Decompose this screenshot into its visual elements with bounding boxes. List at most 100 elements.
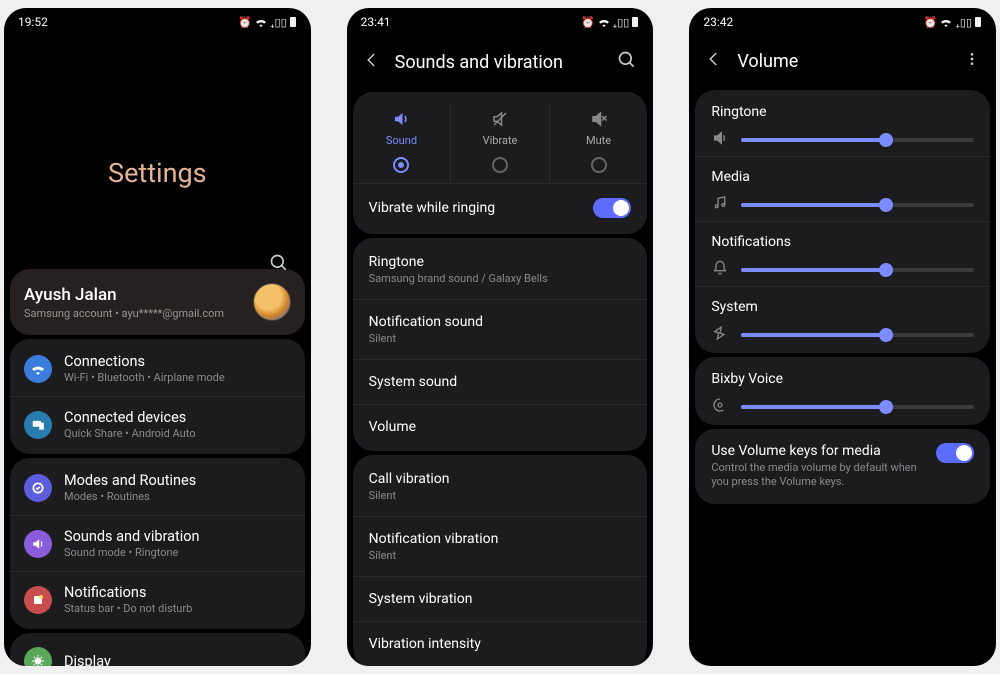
bell-icon (711, 260, 729, 280)
item-sub: Wi-Fi • Bluetooth • Airplane mode (64, 371, 225, 384)
mute-icon (590, 110, 608, 128)
volume-sliders-card: Ringtone Media Notificat (695, 90, 990, 353)
item-label: Connected devices (64, 409, 195, 426)
status-time: 19:52 (18, 15, 48, 29)
mode-mute[interactable]: Mute (549, 104, 648, 183)
row-sub: Control the media volume by default when… (711, 461, 926, 490)
slider-ringtone[interactable] (741, 138, 974, 142)
row-notification-sound[interactable]: Notification sound Silent (353, 299, 648, 359)
speaker-icon (24, 530, 52, 558)
slider-bixby[interactable] (741, 405, 974, 409)
mode-label: Vibrate (483, 134, 518, 147)
page-title: Volume (737, 51, 950, 72)
row-label: Notification vibration (369, 531, 499, 547)
status-bar: 23:41 ⏰ ₊▯▯ (347, 8, 654, 32)
row-label: System sound (369, 374, 457, 390)
row-sub: Silent (369, 489, 450, 502)
status-time: 23:42 (703, 15, 733, 29)
avatar (253, 283, 291, 321)
display-icon (24, 647, 52, 666)
status-time: 23:41 (361, 15, 391, 29)
item-sounds-vibration[interactable]: Sounds and vibration Sound mode • Ringto… (10, 515, 305, 571)
item-sub: Quick Share • Android Auto (64, 427, 195, 440)
vol-label: Bixby Voice (711, 371, 974, 387)
item-modes-routines[interactable]: Modes and Routines Modes • Routines (10, 460, 305, 515)
item-label: Sounds and vibration (64, 528, 200, 545)
toggle-on[interactable] (593, 198, 631, 218)
vol-media: Media (695, 156, 990, 221)
header: Sounds and vibration (347, 32, 654, 88)
item-sub: Modes • Routines (64, 490, 196, 503)
back-button[interactable] (363, 51, 381, 73)
item-label: Modes and Routines (64, 472, 196, 489)
system-icon (711, 325, 729, 345)
row-volume-keys-media[interactable]: Use Volume keys for media Control the me… (695, 431, 990, 502)
vol-bixby: Bixby Voice (695, 359, 990, 423)
phone-settings: 19:52 ⏰ ₊▯▯ Settings Ayush Jalan Samsung… (4, 8, 311, 666)
mode-vibrate[interactable]: Vibrate (450, 104, 549, 183)
speaker-icon (711, 130, 729, 150)
radio-icon (393, 157, 409, 173)
toggle-on[interactable] (936, 443, 974, 463)
search-button[interactable] (617, 50, 637, 74)
sound-mode-card: Sound Vibrate Mute Vibrate while ringing (353, 92, 648, 234)
item-label: Notifications (64, 584, 192, 601)
settings-group-2: Modes and Routines Modes • Routines Soun… (10, 458, 305, 629)
row-label: System vibration (369, 591, 473, 607)
vol-notifications: Notifications (695, 221, 990, 286)
item-sub: Status bar • Do not disturb (64, 602, 192, 615)
profile-sub: Samsung account • ayu*****@gmail.com (24, 307, 224, 320)
row-label: Call vibration (369, 471, 450, 487)
row-label: Use Volume keys for media (711, 443, 926, 459)
wifi-icon (24, 355, 52, 383)
slider-notifications[interactable] (741, 268, 974, 272)
vol-label: Notifications (711, 234, 974, 250)
item-connected-devices[interactable]: Connected devices Quick Share • Android … (10, 396, 305, 452)
sound-icon (392, 110, 410, 128)
row-sub: Silent (369, 332, 483, 345)
slider-media[interactable] (741, 203, 974, 207)
sound-settings-card: Ringtone Samsung brand sound / Galaxy Be… (353, 238, 648, 451)
devices-icon (24, 411, 52, 439)
row-vibration-intensity[interactable]: Vibration intensity (353, 621, 648, 666)
item-sub: Sound mode • Ringtone (64, 546, 200, 559)
item-connections[interactable]: Connections Wi-Fi • Bluetooth • Airplane… (10, 341, 305, 396)
mode-sound[interactable]: Sound (353, 104, 451, 183)
radio-icon (591, 157, 607, 173)
item-notifications[interactable]: Notifications Status bar • Do not distur… (10, 571, 305, 627)
sound-mode-row: Sound Vibrate Mute (353, 94, 648, 183)
vol-ringtone: Ringtone (695, 92, 990, 156)
vol-label: System (711, 299, 974, 315)
back-button[interactable] (705, 50, 723, 72)
mode-label: Sound (386, 134, 417, 147)
more-button[interactable] (964, 51, 980, 71)
row-volume[interactable]: Volume (353, 404, 648, 449)
volume-keys-card: Use Volume keys for media Control the me… (695, 429, 990, 504)
notifications-icon (24, 586, 52, 614)
vol-system: System (695, 286, 990, 351)
row-notification-vibration[interactable]: Notification vibration Silent (353, 516, 648, 576)
slider-system[interactable] (741, 333, 974, 337)
phone-sounds: 23:41 ⏰ ₊▯▯ Sounds and vibration Sound (347, 8, 654, 666)
row-ringtone[interactable]: Ringtone Samsung brand sound / Galaxy Be… (353, 240, 648, 299)
radio-icon (492, 157, 508, 173)
row-sub: Samsung brand sound / Galaxy Bells (369, 272, 548, 285)
row-call-vibration[interactable]: Call vibration Silent (353, 457, 648, 516)
row-label: Notification sound (369, 314, 483, 330)
profile-card[interactable]: Ayush Jalan Samsung account • ayu*****@g… (10, 269, 305, 335)
profile-name: Ayush Jalan (24, 285, 224, 305)
row-vibrate-while-ringing[interactable]: Vibrate while ringing (353, 183, 648, 232)
vibrate-icon (491, 110, 509, 128)
row-label: Vibration intensity (369, 636, 481, 652)
page-title: Settings (4, 157, 311, 189)
routines-icon (24, 474, 52, 502)
row-label: Ringtone (369, 254, 548, 270)
search-button[interactable] (269, 253, 289, 277)
status-icons: ⏰ ₊▯▯ (581, 16, 639, 29)
row-sub: Silent (369, 549, 499, 562)
row-system-sound[interactable]: System sound (353, 359, 648, 404)
row-system-vibration[interactable]: System vibration (353, 576, 648, 621)
item-display[interactable]: Display (10, 635, 305, 666)
vol-label: Ringtone (711, 104, 974, 120)
row-label: Volume (369, 419, 416, 435)
